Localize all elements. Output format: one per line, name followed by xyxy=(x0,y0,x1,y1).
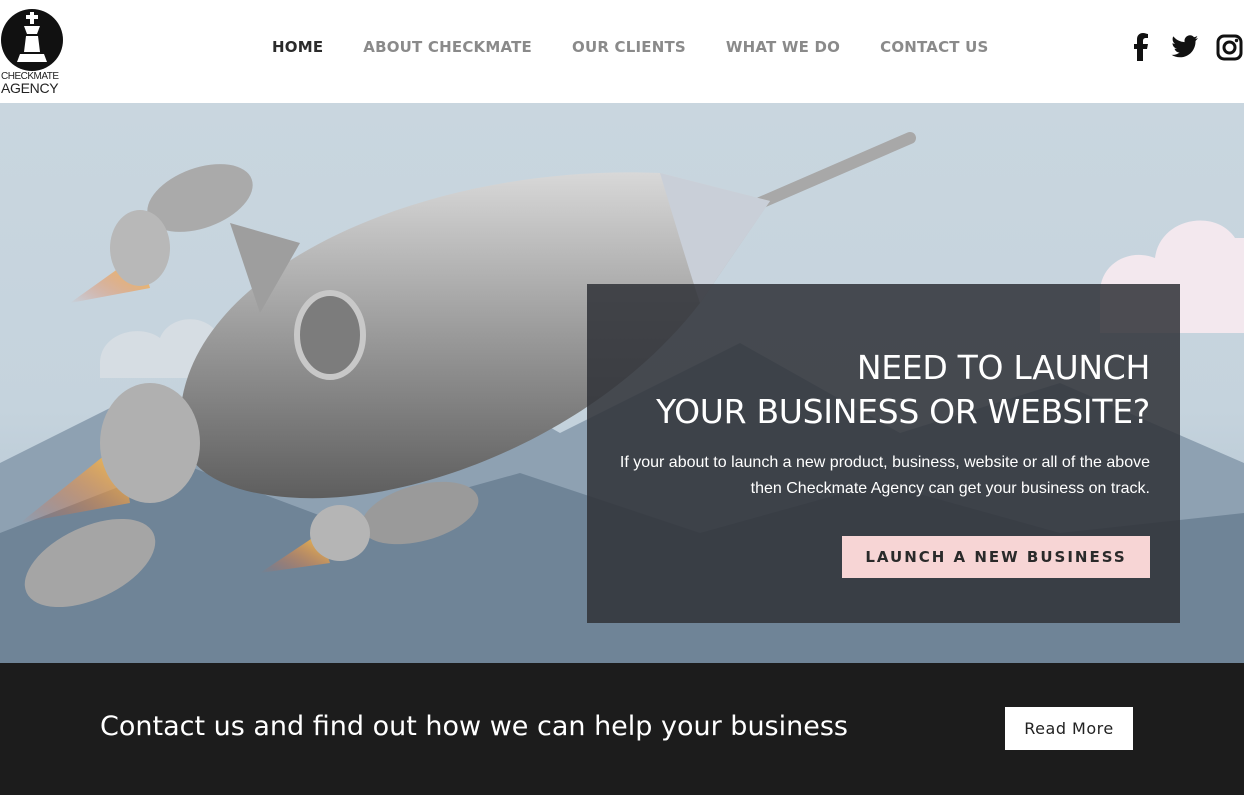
hero-description: If your about to launch a new product, b… xyxy=(619,454,1150,497)
main-nav: HOME ABOUT CHECKMATE OUR CLIENTS WHAT WE… xyxy=(272,38,1029,56)
social-links xyxy=(1126,32,1244,62)
nav-what-we-do[interactable]: WHAT WE DO xyxy=(726,38,840,56)
nav-contact-us[interactable]: CONTACT US xyxy=(880,38,988,56)
hero-title-line1: NEED TO LAUNCH xyxy=(856,348,1150,387)
hero-title: NEED TO LAUNCH YOUR BUSINESS OR WEBSITE? xyxy=(656,346,1150,434)
contact-band: Contact us and find out how we can help … xyxy=(0,663,1244,795)
hero-section: NEED TO LAUNCH YOUR BUSINESS OR WEBSITE?… xyxy=(0,103,1244,663)
chess-king-icon xyxy=(1,9,63,71)
contact-message: Contact us and find out how we can help … xyxy=(100,711,848,742)
nav-home[interactable]: HOME xyxy=(272,38,323,56)
read-more-button[interactable]: Read More xyxy=(1005,707,1133,750)
site-header: CHECKMATE AGENCY HOME ABOUT CHECKMATE OU… xyxy=(0,0,1244,103)
instagram-icon[interactable] xyxy=(1214,32,1244,62)
launch-new-business-button[interactable]: LAUNCH A NEW BUSINESS xyxy=(842,536,1150,578)
facebook-icon[interactable] xyxy=(1126,32,1156,62)
checkmate-logo[interactable]: CHECKMATE AGENCY xyxy=(0,8,66,96)
hero-panel: NEED TO LAUNCH YOUR BUSINESS OR WEBSITE?… xyxy=(587,284,1180,623)
twitter-icon[interactable] xyxy=(1170,32,1200,62)
logo-text-line2: AGENCY xyxy=(1,80,59,96)
nav-our-clients[interactable]: OUR CLIENTS xyxy=(572,38,686,56)
nav-about-checkmate[interactable]: ABOUT CHECKMATE xyxy=(363,38,532,56)
hero-title-line2: YOUR BUSINESS OR WEBSITE? xyxy=(656,392,1150,431)
